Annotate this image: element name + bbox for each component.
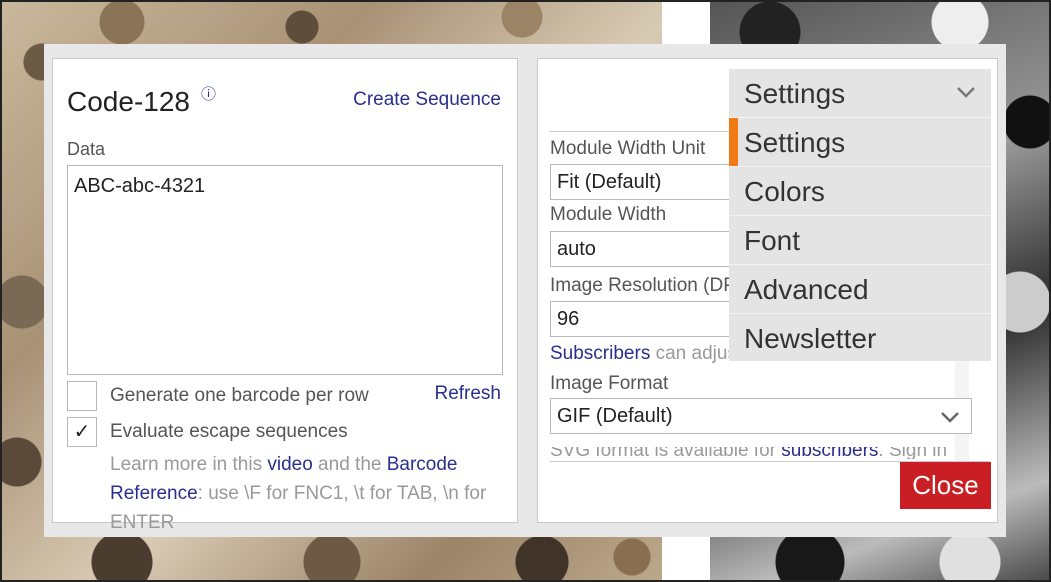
image-resolution-label: Image Resolution (DPI) [550,275,748,296]
dropdown-toggle[interactable]: Settings [729,69,991,117]
chevron-down-icon [941,412,959,423]
menu-item-label: Newsletter [744,323,877,354]
escape-sequences-label: Evaluate escape sequences [110,421,348,442]
menu-item-newsletter[interactable]: Newsletter [729,313,991,361]
module-width-unit-label: Module Width Unit [550,138,706,159]
menu-item-label: Font [744,225,801,256]
info-icon[interactable]: ⓘ [201,83,216,104]
data-label: Data [67,139,106,159]
chevron-down-icon [957,87,975,98]
image-format-value: GIF (Default) [557,405,673,427]
subscribers-note: Subscribers can adjust [550,343,742,365]
settings-section-dropdown[interactable]: Settings Settings Colors Font Advanced N… [729,69,991,361]
one-per-row-label: Generate one barcode per row [110,385,369,406]
help-text-1: Learn more in this [110,454,268,475]
menu-item-settings[interactable]: Settings [729,117,991,166]
video-link[interactable]: video [267,454,312,475]
image-format-select[interactable]: GIF (Default) [550,398,972,434]
refresh-link[interactable]: Refresh [434,383,501,405]
menu-item-label: Advanced [744,274,869,305]
menu-item-label: Colors [744,176,825,207]
data-panel: Code-128 ⓘ Create Sequence Data Generate… [52,58,518,533]
barcode-type-title: Code-128 [67,86,190,117]
svg-note-text-2: . Sign in [878,447,948,459]
menu-item-colors[interactable]: Colors [729,166,991,214]
subscribers-link-2[interactable]: subscribers [781,447,878,459]
svg-note-text-1: SVG format is available for [550,447,782,459]
escape-sequences-checkbox[interactable]: ✓ [67,417,97,447]
one-per-row-checkbox[interactable] [67,381,97,411]
escape-help-text: Learn more in this video and the Barcode… [110,450,500,537]
data-input[interactable] [67,165,503,375]
help-text-2: and the [312,454,387,475]
svg-format-note: SVG format is available for subscribers.… [550,447,970,459]
dropdown-selected-label: Settings [744,78,846,109]
menu-item-label: Settings [744,127,846,158]
close-button[interactable]: Close [900,462,991,509]
menu-item-font[interactable]: Font [729,215,991,263]
subscribers-link[interactable]: Subscribers [550,343,650,364]
menu-item-advanced[interactable]: Advanced [729,264,991,312]
module-width-label: Module Width [550,204,667,225]
create-sequence-link[interactable]: Create Sequence [353,89,501,111]
image-format-label: Image Format [550,373,669,394]
